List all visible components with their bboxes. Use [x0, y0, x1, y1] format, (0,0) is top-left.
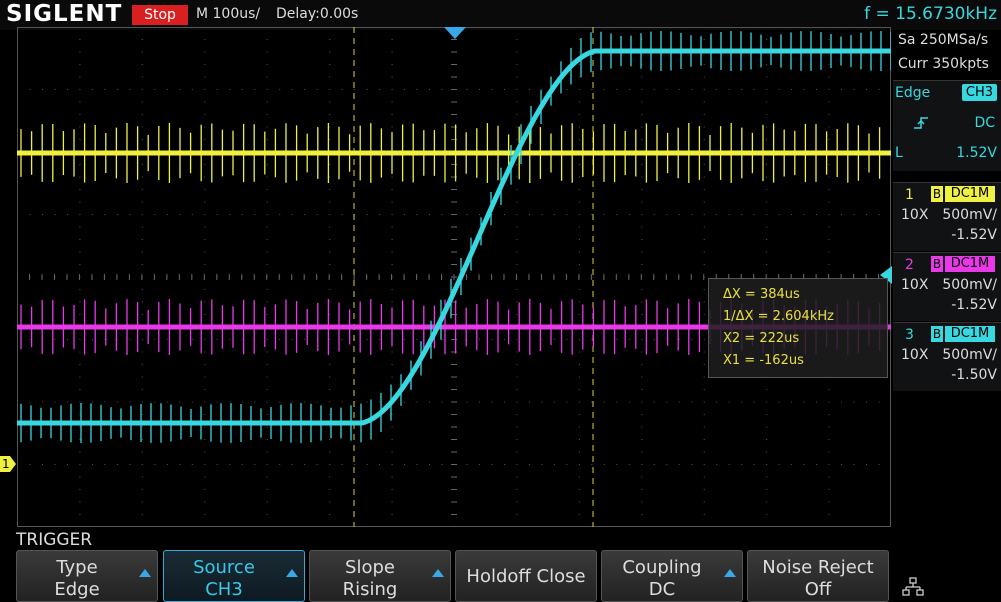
rising-edge-icon — [914, 117, 928, 129]
trigger-level-value: 1.52V — [956, 145, 997, 161]
probe-attenuation: 10X — [901, 277, 929, 293]
trigger-source-badge: CH3 — [961, 84, 997, 101]
softkey-label: Type — [56, 557, 98, 578]
softkey-label: Coupling — [622, 557, 702, 578]
memory-depth: Curr 350kpts — [898, 56, 989, 72]
softkey-value: CH3 — [205, 579, 243, 600]
cursor-measurement-box: ΔX = 384us 1/ΔX = 2.604kHz X2 = 222us X1… — [708, 278, 888, 378]
volts-per-div: 500mV/ — [942, 347, 997, 363]
channel-3-panel[interactable]: 3 B DC1M 10X 500mV/ -1.50V — [893, 322, 1001, 391]
softkey-value: Rising — [342, 579, 398, 600]
coupling-badge: DC1M — [945, 256, 995, 272]
source-softkey[interactable]: Source CH3 — [163, 550, 305, 602]
softkey-label: Noise Reject — [762, 557, 874, 578]
softkey-value: DC — [648, 579, 676, 600]
coupling-badge: DC1M — [945, 186, 995, 202]
holdoff-softkey[interactable]: Holdoff Close — [455, 550, 597, 602]
type-softkey[interactable]: Type Edge — [16, 550, 158, 602]
channel-offset: -1.52V — [951, 227, 997, 243]
coupling-badge: DC1M — [945, 326, 995, 342]
softkey-value: Edge — [54, 579, 100, 600]
run-stop-badge[interactable]: Stop — [132, 5, 188, 25]
ch3-noise-spikes — [20, 31, 891, 443]
up-arrow-icon — [724, 569, 736, 577]
channel-offset: -1.52V — [951, 297, 997, 313]
cursor-x2-readout: X2 = 222us — [723, 331, 800, 346]
frequency-counter: f = 15.6730kHz — [864, 4, 997, 24]
waveform-canvas — [17, 27, 891, 527]
menu-title: TRIGGER — [16, 530, 93, 550]
channel-number: 1 — [905, 187, 914, 203]
coupling-softkey[interactable]: Coupling DC — [601, 550, 743, 602]
cursor-x1-readout: X1 = -162us — [723, 353, 804, 368]
ch1-ground-marker[interactable]: 1 — [0, 456, 16, 472]
slope-softkey[interactable]: Slope Rising — [309, 550, 451, 602]
inverse-delta-x-readout: 1/ΔX = 2.604kHz — [723, 309, 834, 324]
trigger-status-panel[interactable]: Edge CH3 DC L 1.52V — [893, 80, 1001, 171]
delay-readout[interactable]: Delay:0.00s — [276, 6, 358, 22]
channel-2-panel[interactable]: 2 B DC1M 10X 500mV/ -1.52V — [893, 252, 1001, 321]
bandwidth-limit-badge: B — [931, 186, 943, 202]
delta-x-readout: ΔX = 384us — [723, 287, 800, 302]
bandwidth-limit-badge: B — [931, 326, 943, 342]
volts-per-div: 500mV/ — [942, 207, 997, 223]
graticule-center-ticks — [17, 27, 891, 527]
softkey-value: Off — [804, 579, 832, 600]
probe-attenuation: 10X — [901, 347, 929, 363]
channel-number: 3 — [905, 327, 914, 343]
softkey-label: Holdoff Close — [466, 566, 586, 587]
trigger-level-label: L — [895, 145, 903, 161]
channel-offset: -1.50V — [951, 367, 997, 383]
network-icon[interactable] — [902, 576, 924, 598]
channel-number: 2 — [905, 257, 914, 273]
up-arrow-icon — [432, 569, 444, 577]
trigger-position-marker[interactable] — [444, 27, 466, 41]
softkey-menu: Type Edge Source CH3 Slope Rising Holdof… — [0, 550, 1001, 602]
waveform-display[interactable] — [17, 27, 891, 527]
trigger-type: Edge — [895, 85, 931, 101]
up-arrow-icon — [139, 569, 151, 577]
ch1-marker-label: 1 — [2, 457, 10, 471]
probe-attenuation: 10X — [901, 207, 929, 223]
trigger-coupling: DC — [974, 115, 995, 131]
softkey-label: Source — [193, 557, 255, 578]
bandwidth-limit-badge: B — [931, 256, 943, 272]
softkey-label: Slope — [345, 557, 395, 578]
sample-rate: Sa 250MSa/s — [898, 32, 989, 48]
up-arrow-icon — [286, 569, 298, 577]
timebase-readout[interactable]: M 100us/ — [196, 6, 260, 22]
volts-per-div: 500mV/ — [942, 277, 997, 293]
channel-1-panel[interactable]: 1 B DC1M 10X 500mV/ -1.52V — [893, 182, 1001, 251]
brand-logo: SIGLENT — [6, 1, 123, 27]
noise-reject-softkey[interactable]: Noise Reject Off — [747, 550, 889, 602]
status-bar: SIGLENT Stop M 100us/ Delay:0.00s f = 15… — [0, 0, 1001, 30]
